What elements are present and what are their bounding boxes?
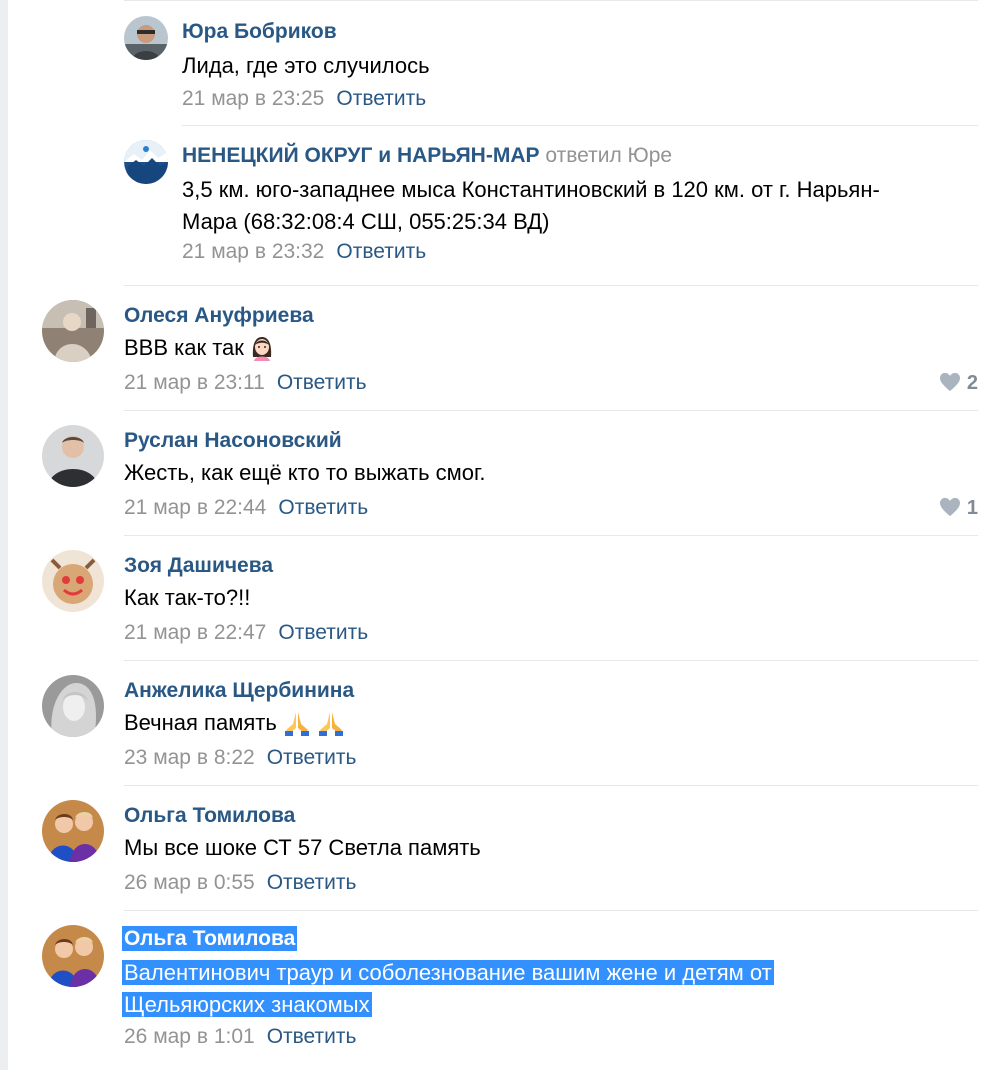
comment-author[interactable]: Анжелика Щербинина xyxy=(124,679,354,703)
reply-button[interactable]: Ответить xyxy=(267,746,357,769)
like-button[interactable]: 1 xyxy=(939,497,978,520)
comment-text: Валентинович траур и соболезнование ваши… xyxy=(122,957,972,1021)
comment-meta: 21 мар в 23:11 Ответить xyxy=(124,371,367,395)
comment: Олеся Ануфриева ВВВ как так 21 мар в 23:… xyxy=(0,286,1000,410)
folded-hands-emoji-icon xyxy=(283,710,311,745)
community-name[interactable]: НЕНЕЦКИЙ ОКРУГ и НАРЬЯН-МАР xyxy=(182,144,540,167)
selected-text: Валентинович траур и соболезнование ваши… xyxy=(122,960,774,985)
comment-meta: 21 мар в 23:32 Ответить xyxy=(182,240,426,264)
comment-text-body: ВВВ как так xyxy=(124,335,244,360)
comment-text: Как так-то?!! xyxy=(124,585,251,610)
avatar-photo xyxy=(42,425,104,487)
reply-button[interactable]: Ответить xyxy=(267,1025,357,1048)
avatar-photo xyxy=(42,800,104,862)
heart-icon xyxy=(940,372,961,392)
folded-hands-emoji-icon xyxy=(317,710,345,745)
reply-button[interactable]: Ответить xyxy=(278,496,368,519)
avatar[interactable] xyxy=(42,425,104,487)
reply-button[interactable]: Ответить xyxy=(277,371,367,394)
reply-button[interactable]: Ответить xyxy=(336,240,426,263)
comment-reply-nao: НЕНЕЦКИЙ ОКРУГ и НАРЬЯН-МАР ответил Юре … xyxy=(0,126,1000,286)
comment-author[interactable]: НЕНЕЦКИЙ ОКРУГ и НАРЬЯН-МАР ответил Юре xyxy=(182,144,672,168)
comment-meta: 26 мар в 0:55 Ответить xyxy=(124,871,356,895)
avatar[interactable] xyxy=(42,550,104,612)
comment: Ольга Томилова Мы все шоке СТ 57 Светла … xyxy=(0,786,1000,910)
comment-meta: 21 мар в 22:47 Ответить xyxy=(124,621,368,645)
comment-text: Вечная память xyxy=(124,707,924,745)
like-count: 2 xyxy=(966,372,978,394)
reply-button[interactable]: Ответить xyxy=(267,871,357,894)
comment-text: Лида, где это случилось xyxy=(182,53,430,78)
comment-meta: 21 мар в 23:25 Ответить xyxy=(182,87,426,111)
selected-author-name[interactable]: Ольга Томилова xyxy=(122,926,298,951)
comment-date[interactable]: 26 мар в 1:01 xyxy=(124,1025,255,1048)
reply-button[interactable]: Ответить xyxy=(278,621,368,644)
comment-meta: 21 мар в 22:44 Ответить xyxy=(124,496,368,520)
replied-to[interactable]: ответил Юре xyxy=(545,144,672,167)
avatar[interactable] xyxy=(42,800,104,862)
reply-button[interactable]: Ответить xyxy=(336,87,426,110)
avatar[interactable] xyxy=(42,925,104,987)
comment-date[interactable]: 21 мар в 23:11 xyxy=(124,371,265,394)
comment-date[interactable]: 21 мар в 23:32 xyxy=(182,240,324,263)
avatar-photo xyxy=(42,925,104,987)
comment-date[interactable]: 21 мар в 22:44 xyxy=(124,496,266,519)
comment-author[interactable]: Ольга Томилова xyxy=(122,926,298,951)
community-logo-icon xyxy=(124,140,168,184)
avatar-photo xyxy=(42,550,104,612)
comment-text-line: 3,5 км. юго-западнее мыса Константиновск… xyxy=(182,177,880,202)
selected-text: Щельяюрских знакомых xyxy=(122,992,372,1017)
avatar[interactable] xyxy=(42,675,104,737)
comment-text-line: Мара (68:32:08:4 СШ, 055:25:34 ВД) xyxy=(182,209,550,234)
comment-date[interactable]: 21 мар в 22:47 xyxy=(124,621,266,644)
comment-author[interactable]: Руслан Насоновский xyxy=(124,429,342,453)
avatar[interactable] xyxy=(124,16,168,60)
comment-date[interactable]: 26 мар в 0:55 xyxy=(124,871,255,894)
heart-icon xyxy=(940,497,961,517)
comment-meta: 23 мар в 8:22 Ответить xyxy=(124,746,356,770)
comment-author[interactable]: Зоя Дашичева xyxy=(124,554,273,578)
avatar-photo xyxy=(42,675,104,737)
comment-text: Жесть, как ещё кто то выжать смог. xyxy=(124,460,486,485)
comment-text-line: Щельяюрских знакомых xyxy=(122,989,972,1021)
avatar[interactable] xyxy=(42,300,104,362)
like-button[interactable]: 2 xyxy=(939,372,978,395)
woman-emoji-icon xyxy=(250,335,274,370)
avatar-photo xyxy=(42,300,104,362)
like-count: 1 xyxy=(966,497,978,519)
comment-text: 3,5 км. юго-западнее мыса Константиновск… xyxy=(182,174,972,238)
comment-author[interactable]: Ольга Томилова xyxy=(124,804,295,828)
comment-text: Мы все шоке СТ 57 Светла память xyxy=(124,835,481,860)
comment-text-line: Валентинович траур и соболезнование ваши… xyxy=(122,957,972,989)
comment-text-body: Вечная память xyxy=(124,710,277,735)
comment: Зоя Дашичева Как так-то?!! 21 мар в 22:4… xyxy=(0,536,1000,660)
comment: Руслан Насоновский Жесть, как ещё кто то… xyxy=(0,411,1000,535)
comment-reply-yura: Юра Бобриков Лида, где это случилось 21 … xyxy=(0,0,1000,125)
comment-text: ВВВ как так xyxy=(124,332,924,370)
comment-date[interactable]: 23 мар в 8:22 xyxy=(124,746,255,769)
comment-author[interactable]: Юра Бобриков xyxy=(182,20,337,44)
comment-date[interactable]: 21 мар в 23:25 xyxy=(182,87,324,110)
avatar-photo xyxy=(124,16,168,60)
comment-meta: 26 мар в 1:01 Ответить xyxy=(124,1025,356,1049)
avatar[interactable] xyxy=(124,140,168,184)
comment: Ольга Томилова Валентинович траур и собо… xyxy=(0,911,1000,1070)
comment: Анжелика Щербинина Вечная память 23 мар … xyxy=(0,661,1000,785)
comment-author[interactable]: Олеся Ануфриева xyxy=(124,304,314,328)
